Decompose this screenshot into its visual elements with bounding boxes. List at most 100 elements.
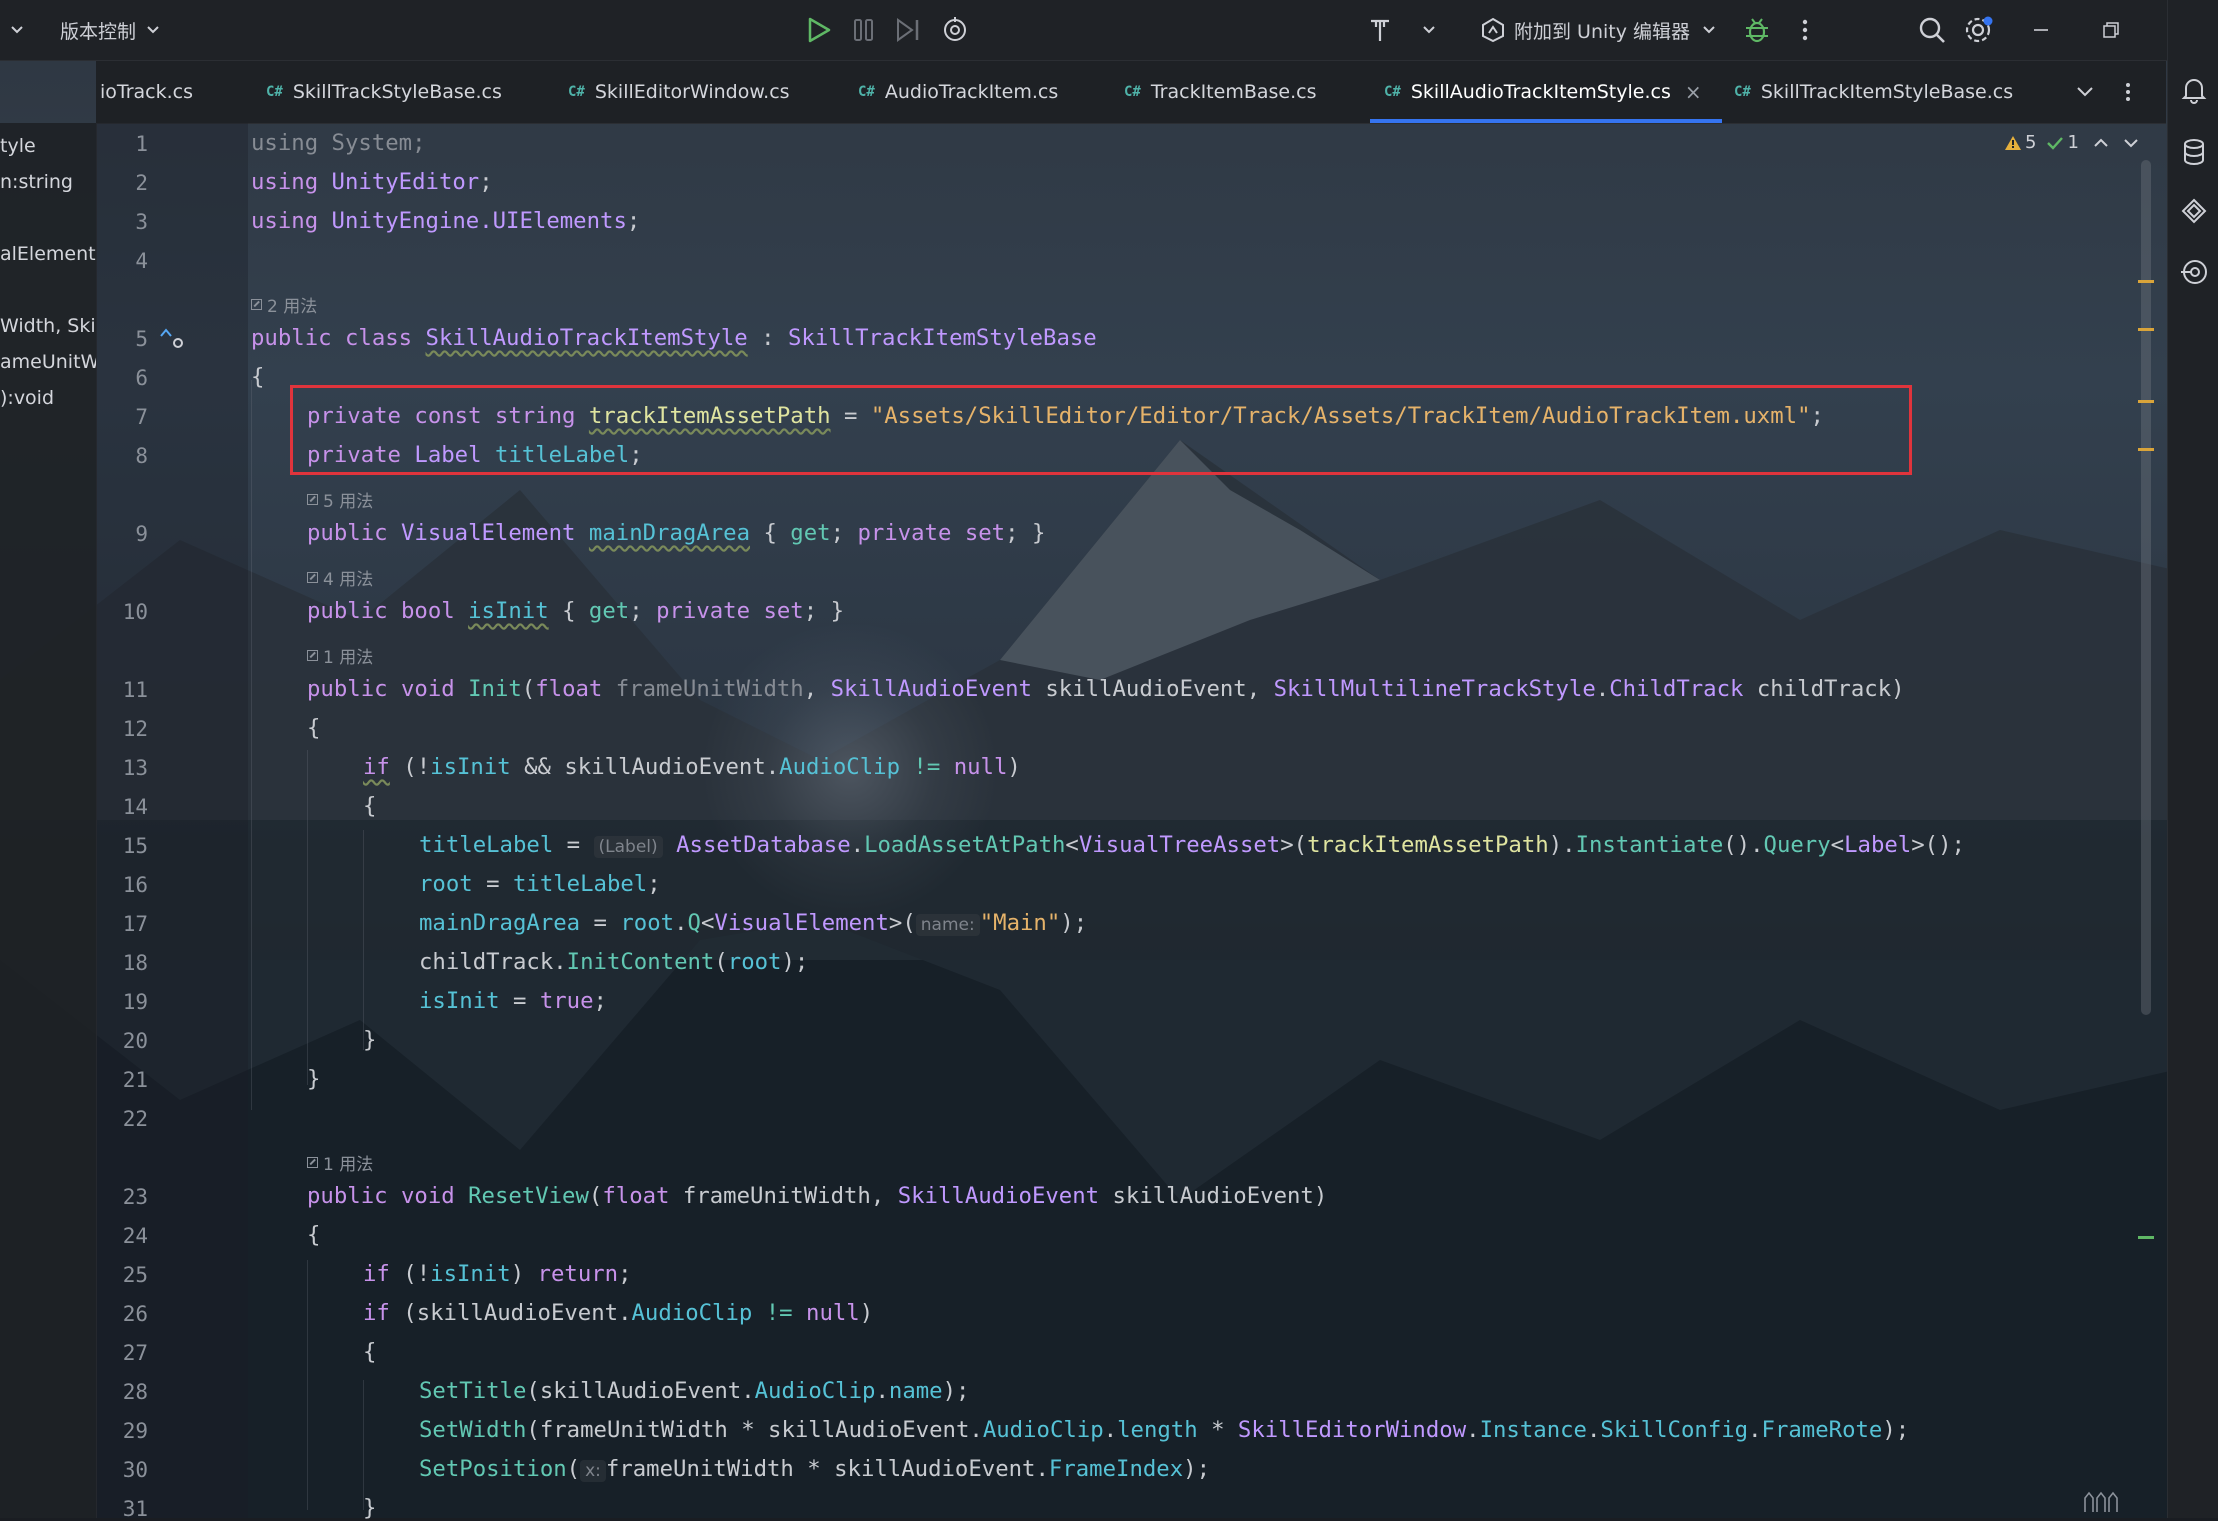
code-token: ); <box>1183 1456 1211 1482</box>
code-line[interactable]: public void Init(float frameUnitWidth, S… <box>307 678 1905 700</box>
bug-target-icon <box>944 17 966 41</box>
more-actions-button[interactable] <box>1800 0 1810 60</box>
restore-window-button[interactable] <box>2102 0 2120 60</box>
minimize-window-button[interactable] <box>2032 0 2050 60</box>
build-options-dropdown[interactable] <box>1422 0 1436 60</box>
notifications-button[interactable] <box>2168 76 2218 104</box>
code-line[interactable]: using UnityEngine.UIElements; <box>251 210 640 232</box>
vcs-menu[interactable]: 版本控制 <box>60 0 160 60</box>
close-tab-icon[interactable]: × <box>1685 80 1702 104</box>
code-token: = <box>580 910 621 936</box>
code-line[interactable]: root = titleLabel; <box>419 873 661 895</box>
line-number: 11 <box>122 678 148 702</box>
usages-hint[interactable]: 1 用法 <box>307 643 373 668</box>
code-line[interactable]: using UnityEditor; <box>251 171 493 193</box>
code-line[interactable]: SetTitle(skillAudioEvent.AudioClip.name)… <box>419 1380 969 1402</box>
structure-item[interactable]: ):void <box>0 387 54 409</box>
tab-audiotrackitem[interactable]: C# AudioTrackItem.cs <box>858 61 1058 123</box>
code-line[interactable]: } <box>307 1068 320 1090</box>
tab-more-button[interactable] <box>2124 61 2132 123</box>
code-line[interactable]: } <box>363 1497 376 1519</box>
structure-item[interactable]: tyle <box>0 135 36 157</box>
code-line[interactable]: { <box>363 795 376 817</box>
code-line[interactable]: childTrack.InitContent(root); <box>419 951 808 973</box>
reader-mode-button[interactable] <box>2082 1490 2124 1518</box>
code-token: . <box>850 832 865 858</box>
code-token: ( <box>714 949 728 975</box>
code-line[interactable]: } <box>363 1029 376 1051</box>
code-line[interactable]: public VisualElement mainDragArea { get;… <box>307 522 1045 544</box>
code-line[interactable]: { <box>363 1341 376 1363</box>
code-line[interactable]: SetPosition(x: frameUnitWidth * skillAudi… <box>419 1456 1211 1482</box>
code-token: SkillAudioEvent <box>830 676 1032 702</box>
run-button[interactable] <box>806 0 832 60</box>
code-token: frameUnitWidth * skillAudioEvent. <box>605 1456 1049 1482</box>
code-line[interactable]: if (!isInit) return; <box>363 1263 632 1285</box>
implements-gutter-icon[interactable] <box>158 326 186 356</box>
code-token: return <box>537 1261 619 1287</box>
usages-hint[interactable]: 4 用法 <box>307 565 373 590</box>
code-line[interactable]: { <box>307 1224 320 1246</box>
build-button[interactable] <box>1368 0 1392 60</box>
code-line[interactable]: { <box>251 366 264 388</box>
code-line[interactable]: public void ResetView(float frameUnitWid… <box>307 1185 1327 1207</box>
tab-skilltrackstylebase[interactable]: C# SkillTrackStyleBase.cs <box>266 61 502 123</box>
code-line[interactable]: { <box>307 717 320 739</box>
step-button[interactable] <box>895 0 923 60</box>
tab-list-dropdown[interactable] <box>2076 61 2094 123</box>
structure-item[interactable]: alElement <box>0 243 96 265</box>
tab-skillaudiotrackitemstyle[interactable]: C# SkillAudioTrackItemStyle.cs × <box>1370 61 1722 123</box>
tab-skilltrackitemstylebase[interactable]: C# SkillTrackItemStyleBase.cs <box>1734 61 2013 123</box>
code-line[interactable]: public class SkillAudioTrackItemStyle : … <box>251 327 1097 349</box>
unity-explorer-button[interactable] <box>2168 198 2218 224</box>
toolbar-left-fragment[interactable] <box>4 0 24 60</box>
warning-stripe-mark[interactable] <box>2138 328 2154 331</box>
settings-button[interactable] <box>1964 0 1994 60</box>
code-token: = <box>499 988 540 1014</box>
chevron-up-icon[interactable] <box>2093 137 2109 149</box>
code-token: (frameUnitWidth * skillAudioEvent. <box>526 1417 983 1443</box>
warning-stripe-mark[interactable] <box>2138 400 2154 403</box>
pause-button[interactable] <box>852 0 876 60</box>
tab-trackitembase[interactable]: C# TrackItemBase.cs <box>1124 61 1316 123</box>
structure-item[interactable]: n:string <box>0 171 73 193</box>
inspection-widget[interactable]: 5 1 <box>2004 132 2139 153</box>
code-token: if <box>363 1261 390 1287</box>
code-token: isInit <box>468 598 549 624</box>
usages-hint[interactable]: 5 用法 <box>307 487 373 512</box>
code-token: skillAudioEvent) <box>1099 1183 1328 1209</box>
code-line[interactable]: isInit = true; <box>419 990 607 1012</box>
code-line[interactable]: using System; <box>251 132 426 154</box>
editor-vertical-scrollbar[interactable] <box>2141 160 2151 1015</box>
unity-log-button[interactable] <box>2168 258 2218 286</box>
warning-stripe-mark[interactable] <box>2138 280 2154 283</box>
tab-audiotrack[interactable]: ioTrack.cs <box>100 61 193 123</box>
code-line[interactable]: public bool isInit { get; private set; } <box>307 600 844 622</box>
database-button[interactable] <box>2168 138 2218 166</box>
code-token: = <box>472 871 513 897</box>
usages-link-icon <box>307 572 318 583</box>
structure-item[interactable]: ameUnitWi <box>0 351 96 373</box>
code-line[interactable]: if (skillAudioEvent.AudioClip != null) <box>363 1302 873 1324</box>
code-line[interactable]: if (!isInit && skillAudioEvent.AudioClip… <box>363 756 1021 778</box>
structure-item[interactable]: Width, Skil <box>0 315 96 337</box>
attach-unity-button[interactable]: 附加到 Unity 编辑器 <box>1480 0 1716 60</box>
code-token: (). <box>1723 832 1764 858</box>
code-token: trackItemAssetPath <box>1307 832 1549 858</box>
code-line[interactable]: mainDragArea = root.Q<VisualElement>(nam… <box>419 910 1087 936</box>
attach-debugger-button[interactable] <box>941 0 969 60</box>
chevron-down-icon[interactable] <box>2123 137 2139 149</box>
search-button[interactable] <box>1918 0 1946 60</box>
debug-button[interactable] <box>1744 0 1770 60</box>
line-number: 7 <box>135 405 148 429</box>
usages-hint[interactable]: 2 用法 <box>251 292 317 317</box>
code-token: float <box>535 676 603 702</box>
code-line[interactable]: titleLabel = (Label) AssetDatabase.LoadA… <box>419 832 1965 858</box>
chevron-down-icon <box>147 26 159 34</box>
code-token: VisualTreeAsset <box>1078 832 1281 858</box>
ok-stripe-mark[interactable] <box>2138 1236 2154 1239</box>
warning-stripe-mark[interactable] <box>2138 448 2154 451</box>
usages-hint[interactable]: 1 用法 <box>307 1150 373 1175</box>
tab-skilleditorwindow[interactable]: C# SkillEditorWindow.cs <box>568 61 790 123</box>
code-line[interactable]: SetWidth(frameUnitWidth * skillAudioEven… <box>419 1419 1909 1441</box>
